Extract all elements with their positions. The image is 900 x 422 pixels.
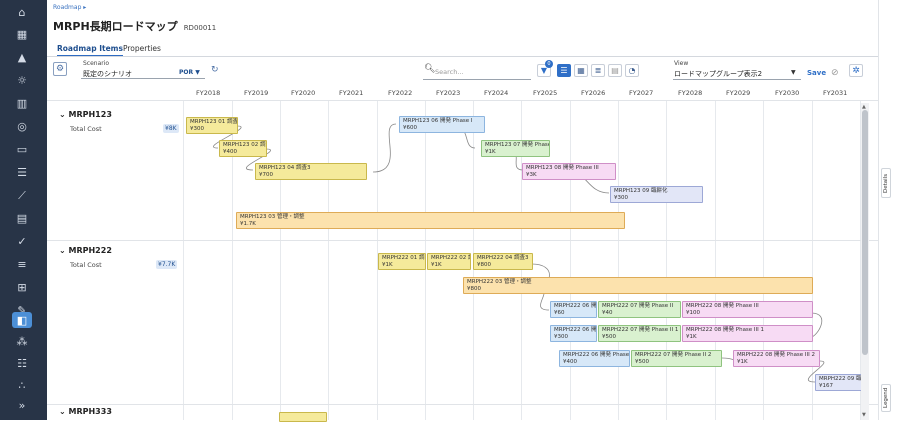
roadmap-code: RD00011 [183,24,217,32]
clipboard-icon[interactable]: ▤ [12,210,32,226]
roadmap-bar[interactable]: MRPH222 07 開発 Phase II 1 ¥500 [598,325,681,342]
org-chart-icon[interactable]: ⁂ [12,333,32,349]
view-select[interactable]: ロードマップグループ表示2 [674,69,762,79]
roadmap-bar[interactable]: MRPH222 08 開発 Phase III 2 ¥1K [733,350,820,367]
view-underline [673,79,801,80]
check-icon[interactable]: ✓ [12,233,32,249]
roadmap-bar[interactable]: MRPH222 07 開発 Phase II ¥40 [598,301,681,318]
scrollbar-thumb[interactable] [862,110,868,355]
checklist-icon[interactable]: ≡ [12,256,32,272]
roadmap-bar[interactable]: MRPH123 01 調査1 ¥300 [186,117,238,134]
roadmap-bar[interactable]: MRPH222 03 管理・調整 ¥800 [463,277,813,294]
year-label: FY2024 [484,89,509,97]
target-icon[interactable]: ◎ [12,118,32,134]
year-label: FY2030 [775,89,800,97]
scatter-icon[interactable]: ∴ [12,377,32,393]
link-icon[interactable]: ⊘ [831,68,839,78]
bar-chart-icon[interactable]: ▥ [12,95,32,111]
por-dropdown[interactable]: POR ▼ [179,69,200,76]
list-view-icon[interactable]: ≣ [591,64,605,77]
roadmap-icon[interactable]: ◧ [12,312,32,328]
breadcrumb[interactable]: Roadmap ▸ [53,4,86,11]
search-underline [423,79,531,80]
database-icon[interactable]: ☰ [12,164,32,180]
scenario-label: Scenario [83,60,110,67]
roadmap-bar[interactable]: MRPH222 06 開 ¥300 [550,325,597,342]
toolbar: ⚙ Scenario 既定のシナリオ POR ▼ ↻ 🔍︎ Search... … [47,58,900,82]
year-label: FY2022 [388,89,413,97]
list-edit-icon[interactable]: ☷ [12,355,32,371]
roadmap-bar[interactable]: MRPH123 06 開発 Phase I ¥600 [399,116,485,133]
roadmap-bar[interactable]: MRPH222 08 開発 Phase III ¥100 [682,301,813,318]
save-button[interactable]: Save [807,69,826,77]
year-label: FY2031 [823,89,848,97]
year-label: FY2026 [581,89,606,97]
year-label: FY2023 [436,89,461,97]
mountain-chart-icon[interactable]: ▲ [12,49,32,65]
home-icon[interactable]: ⌂ [12,4,32,20]
roadmap-bar[interactable]: MRPH222 07 開発 Phase II 2 ¥500 [631,350,722,367]
line-chart-icon[interactable]: ⟋ [12,187,32,203]
sun-icon[interactable]: ☼ [12,72,32,88]
roadmap-bar[interactable]: MRPH222 01 調 ¥1K [378,253,426,270]
roadmap-bar[interactable]: MRPH222 02 調 ¥1K [427,253,471,270]
left-nav: ⌂ ▦ ▲ ☼ ▥ ◎ ▭ ☰ ⟋ ▤ ✓ ≡ ⊞ ✎ ◧ ⁂ ☷ ∴ » [0,0,47,420]
roadmap-bar[interactable]: MRPH123 07 開発 Phase II ¥1K [481,140,550,157]
details-tab[interactable]: Details [881,168,891,198]
expand-icon[interactable]: » [12,397,32,413]
roadmap-bar[interactable]: MRPH222 04 調査3 ¥800 [473,253,533,270]
hierarchy-icon[interactable]: ⊞ [12,279,32,295]
view-label: View [674,60,689,67]
roadmap-bar[interactable]: MRPH123 02 調査2¥400 [219,140,267,157]
year-label: FY2019 [244,89,269,97]
sync-icon[interactable]: ↻ [211,65,219,75]
scroll-down-icon[interactable]: ▼ [862,412,866,418]
scenario-underline [81,78,205,79]
year-label: FY2018 [196,89,221,97]
roadmap-bar[interactable]: MRPH222 09 臨 ¥167 [815,374,865,391]
roadmap-bar[interactable]: MRPH123 04 調査3 ¥700 [255,163,367,180]
roadmap-grid: ⌄ MRPH123 Total Cost ¥8K ⌄ MRPH222 Total… [47,100,878,422]
roadmap-bar[interactable]: MRPH123 03 管理・調整 ¥1.7K [236,212,625,229]
year-label: FY2020 [291,89,316,97]
right-side-panel: Details Legend [878,0,900,420]
search-icon: 🔍︎ [424,64,436,74]
roadmap-bar[interactable]: MRPH222 06 開 ¥60 [550,301,597,318]
roadmap-bar[interactable]: MRPH123 09 臨餅化 ¥300 [610,186,703,203]
page-title: MRPH長期ロードマップ RD00011 [53,18,216,34]
tab-properties[interactable]: Properties [123,44,161,53]
gantt-view-icon[interactable]: ☰ [557,64,571,77]
board-view-icon[interactable]: ▦ [574,64,588,77]
grid-icon[interactable]: ▦ [12,26,32,42]
roadmap-bar[interactable] [279,412,327,422]
timeline-header: FY2018 FY2019 FY2020 FY2021 FY2022 FY202… [47,86,878,100]
year-label: FY2028 [678,89,703,97]
year-label: FY2025 [533,89,558,97]
filter-badge: 0 [545,60,553,68]
connector [372,123,397,173]
year-label: FY2021 [339,89,364,97]
pie-chart-icon[interactable]: ◔ [625,64,639,77]
scenario-icon[interactable]: ⚙ [53,62,67,76]
scroll-up-icon[interactable]: ▲ [862,104,866,110]
tab-divider [47,56,900,57]
year-label: FY2027 [629,89,654,97]
search-input[interactable]: Search... [435,68,464,76]
roadmap-title: MRPH長期ロードマップ [53,20,178,33]
legend-tab[interactable]: Legend [881,384,891,412]
roadmap-bar[interactable]: MRPH222 06 開発 Phase ¥400 [559,350,630,367]
monitor-icon[interactable]: ▭ [12,141,32,157]
page-header: Roadmap ▸ MRPH長期ロードマップ RD00011 Roadmap It… [47,0,900,57]
year-label: FY2029 [726,89,751,97]
roadmap-bar[interactable]: MRPH222 08 開発 Phase III 1 ¥1K [682,325,813,342]
view-dropdown-icon[interactable]: ▼ [791,69,796,76]
roadmap-bar[interactable]: MRPH123 08 開発 Phase III ¥3K [522,163,616,180]
table-view-icon[interactable]: ▤ [608,64,622,77]
settings-gear-icon[interactable]: ✲ [849,64,863,77]
